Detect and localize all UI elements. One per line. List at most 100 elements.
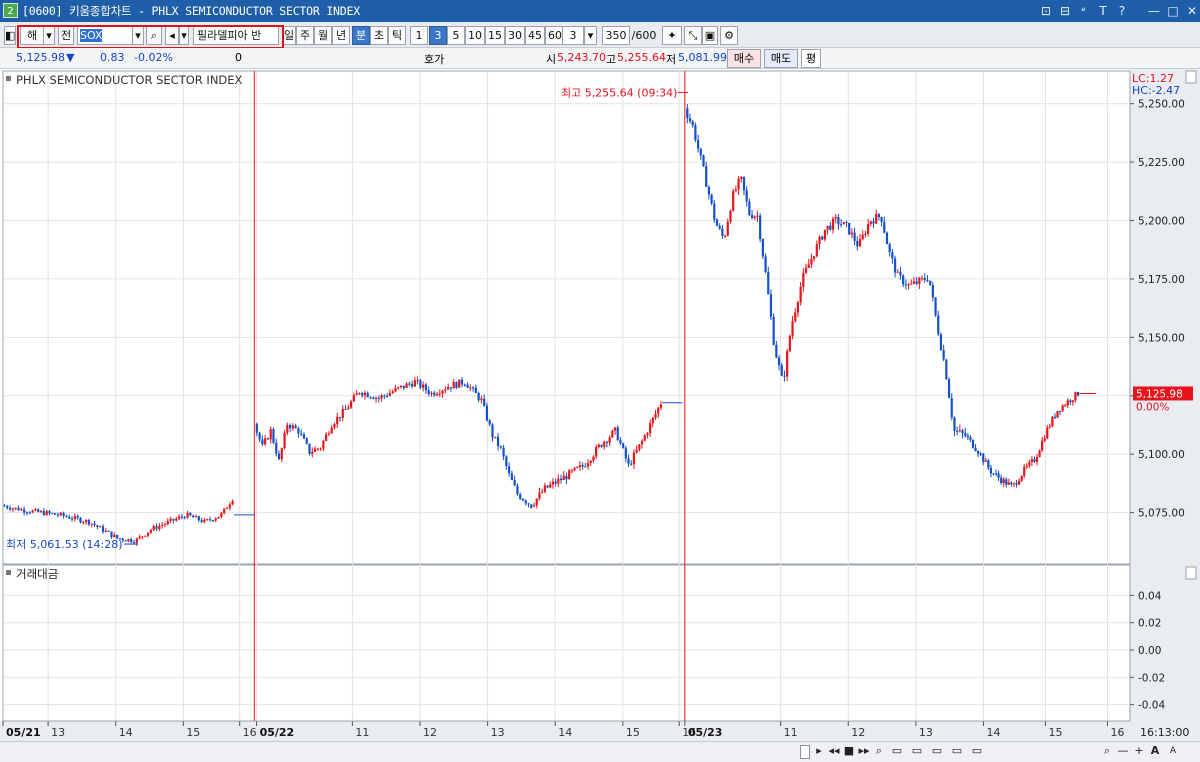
layout-4-icon[interactable]: ▭ (948, 744, 966, 760)
save-icon[interactable]: ▣ (702, 26, 718, 45)
period-week-button[interactable]: 주 (296, 26, 314, 45)
candle-body (1069, 400, 1072, 403)
interval-45-button[interactable]: 45 (525, 26, 545, 45)
candle-body (480, 398, 483, 401)
count-input[interactable]: 350 (602, 26, 630, 45)
eval-button[interactable]: 평 (801, 49, 821, 68)
candle-body (283, 432, 286, 449)
help-icon[interactable]: ? (1114, 0, 1130, 22)
interval-3-button[interactable]: 3 (429, 26, 447, 45)
interval-select[interactable]: 3 (562, 26, 584, 45)
x-tick-label: 16 (243, 726, 257, 739)
fast-forward-icon[interactable]: ▸▸ (856, 744, 872, 760)
candle-body (1064, 405, 1067, 407)
layout-1-icon[interactable]: ▭ (888, 744, 906, 760)
period-month-button[interactable]: 월 (314, 26, 332, 45)
layout-2-icon[interactable]: ▭ (908, 744, 926, 760)
candle-body (124, 540, 127, 542)
candle-body (945, 359, 948, 380)
candle-body (255, 423, 258, 433)
x-tick-label: 16 (1110, 726, 1124, 739)
interval-5-button[interactable]: 5 (447, 26, 465, 45)
candle-body (433, 392, 436, 396)
font-larger-icon[interactable]: A (1148, 744, 1162, 760)
minimize-icon[interactable]: — (1146, 0, 1162, 22)
period-minute-button[interactable]: 분 (352, 26, 370, 45)
period-second-button[interactable]: 초 (370, 26, 388, 45)
restore-link-icon[interactable]: ⊡ (1038, 0, 1054, 22)
candle-body (491, 424, 494, 438)
interval-1-button[interactable]: 1 (410, 26, 428, 45)
candle-body (494, 436, 497, 438)
candle-body (578, 464, 582, 467)
period-tick-button[interactable]: 틱 (388, 26, 406, 45)
period-year-button[interactable]: 년 (332, 26, 350, 45)
candle-body (347, 407, 350, 410)
close-icon[interactable]: ✕ (1184, 0, 1200, 22)
zoom-out-icon[interactable]: — (1116, 744, 1130, 760)
candle-body (613, 427, 617, 431)
candle-body (144, 535, 147, 537)
candle-body (616, 427, 619, 441)
candle-body (982, 453, 985, 462)
candle-body (1002, 479, 1005, 484)
play-icon[interactable]: ▸ (812, 744, 826, 760)
candle-body (383, 395, 386, 397)
zoom-in-icon[interactable]: + (1132, 744, 1146, 760)
font-smaller-icon[interactable]: A (1166, 744, 1180, 760)
candle-body (361, 392, 364, 396)
period-day-button[interactable]: 일 (282, 26, 296, 45)
candle-body (130, 539, 133, 543)
candle-body (488, 420, 491, 425)
volume-value: 0 (235, 51, 242, 64)
candle-body (926, 280, 929, 282)
interval-dropdown-icon[interactable]: ▾ (584, 26, 597, 45)
layout-5-icon[interactable]: ▭ (968, 744, 986, 760)
candle-body (866, 224, 870, 234)
candle-body (341, 408, 344, 418)
interval-30-button[interactable]: 30 (505, 26, 525, 45)
candle-body (197, 516, 200, 521)
zoom-search-icon[interactable]: ⌕ (1100, 744, 1114, 760)
x-tick-label: 05/23 (688, 726, 723, 739)
line-tool-icon[interactable]: ⤡ (684, 26, 702, 45)
panel-toggle-icon[interactable]: ◧ (4, 26, 16, 45)
candle-body (923, 277, 926, 281)
candle-body (127, 539, 130, 542)
candle-body (570, 470, 573, 472)
lower-pane-frame (2, 564, 1131, 722)
chart-area[interactable]: 5,250.00 5,225.00 5,200.00 5,175.00 5,150.00… (0, 69, 1200, 741)
last-price-label: 5,125.98 (1136, 388, 1183, 400)
x-tick-label: 15 (1048, 726, 1062, 739)
candle-body (595, 447, 598, 457)
candle-body (742, 176, 746, 191)
candle-body (14, 507, 17, 509)
window-controls: ⊡ ⊟ ʶ T ? — □ ✕ (1035, 0, 1200, 22)
text-icon[interactable]: T (1095, 0, 1111, 22)
rewind-icon[interactable]: ◂◂ (826, 744, 842, 760)
zoom-range-icon[interactable]: ⌕ (872, 744, 886, 760)
tile-icon[interactable]: ⊟ (1057, 0, 1073, 22)
candle-body (51, 513, 54, 515)
price-chart[interactable]: 5,250.00 5,225.00 5,200.00 5,175.00 5,150.00… (0, 69, 1200, 741)
candle-body (858, 239, 862, 247)
cursor-tool-icon[interactable]: ✦ (662, 26, 682, 45)
candle-body (1056, 410, 1059, 418)
layout-3-icon[interactable]: ▭ (928, 744, 946, 760)
interval-15-button[interactable]: 15 (485, 26, 505, 45)
candle-body (929, 280, 932, 285)
pin-icon[interactable]: ʶ (1076, 0, 1092, 22)
candle-body (554, 481, 557, 484)
settings-icon[interactable]: ⚙ (720, 26, 738, 45)
candle-body (718, 225, 721, 229)
buy-button[interactable]: 매수 (727, 49, 761, 68)
maximize-icon[interactable]: □ (1165, 0, 1181, 22)
scroll-handle[interactable] (800, 745, 810, 759)
interval-10-button[interactable]: 10 (465, 26, 485, 45)
candle-body (99, 526, 102, 528)
candle-body (313, 448, 317, 452)
candle-body (1000, 477, 1003, 484)
candle-body (1053, 416, 1057, 418)
stop-icon[interactable]: ■ (842, 744, 856, 760)
sell-button[interactable]: 매도 (764, 49, 798, 68)
